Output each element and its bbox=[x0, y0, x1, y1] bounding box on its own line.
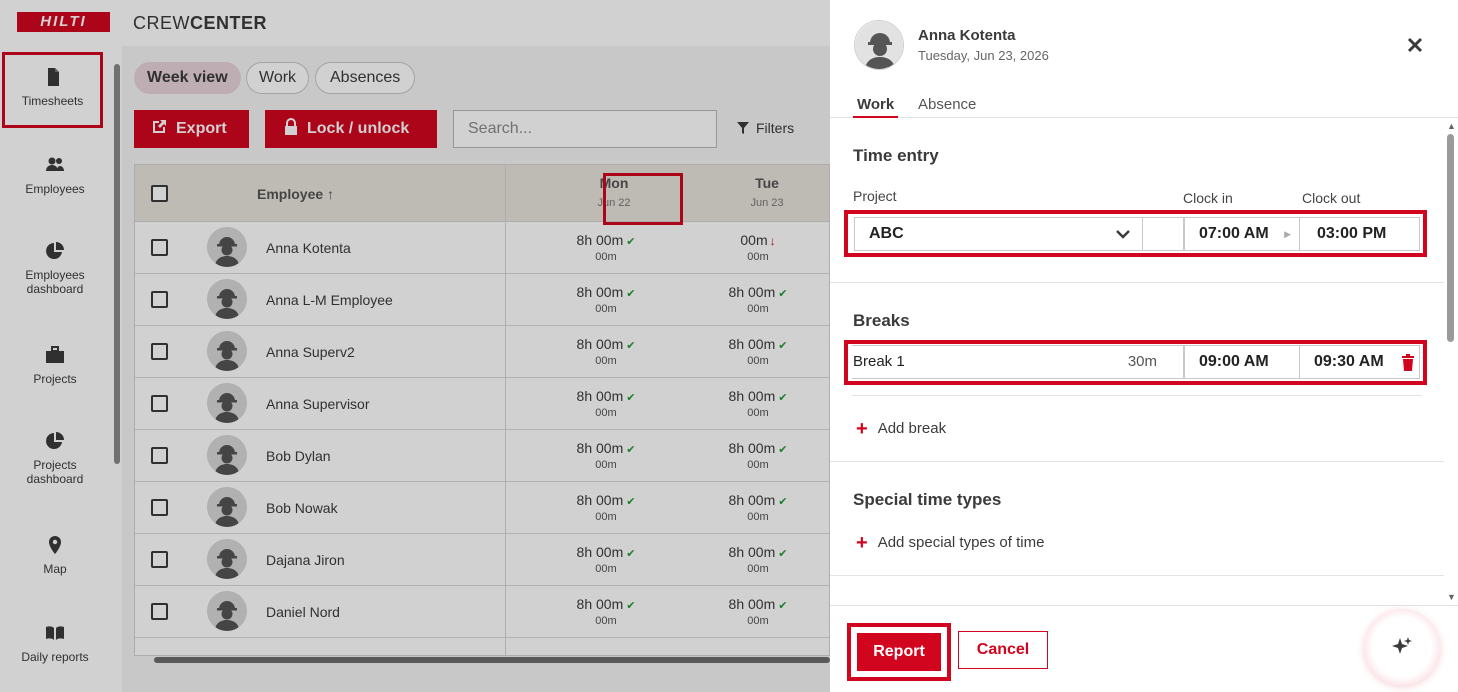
clock-out-field[interactable]: 03:00 PM bbox=[1300, 217, 1420, 251]
break-name-field[interactable]: Break 1 30m bbox=[852, 345, 1184, 379]
project-label: Project bbox=[853, 188, 897, 204]
project-select[interactable]: ABC bbox=[854, 217, 1143, 251]
chevron-right-icon: ▶ bbox=[1284, 229, 1291, 239]
cancel-button[interactable]: Cancel bbox=[958, 631, 1048, 669]
time-entry-drawer: Anna Kotenta Tuesday, Jun 23, 2026 Work … bbox=[830, 0, 1458, 692]
drawer-body: Time entry Project Clock in Clock out AB… bbox=[830, 118, 1444, 606]
tab-absence[interactable]: Absence bbox=[918, 96, 976, 113]
plus-icon: + bbox=[856, 418, 868, 440]
clock-in-label: Clock in bbox=[1183, 190, 1233, 206]
add-break-label: Add break bbox=[877, 420, 947, 437]
ai-assistant-button[interactable] bbox=[1364, 609, 1440, 685]
modal-overlay[interactable] bbox=[0, 0, 830, 692]
drawer-scrollbar[interactable]: ▲ ▼ bbox=[1444, 118, 1458, 606]
drawer-scroll-thumb[interactable] bbox=[1447, 134, 1454, 342]
divider bbox=[830, 282, 1444, 283]
tab-work[interactable]: Work bbox=[852, 96, 899, 118]
clock-out-value: 03:00 PM bbox=[1317, 225, 1387, 242]
break-end-value: 09:30 AM bbox=[1314, 353, 1384, 370]
divider bbox=[830, 575, 1444, 576]
project-spacer bbox=[1143, 217, 1184, 251]
add-special-time-button[interactable]: + Add special types of time bbox=[856, 532, 1044, 555]
avatar bbox=[854, 20, 904, 70]
chevron-down-icon bbox=[1116, 230, 1130, 239]
time-entry-title: Time entry bbox=[853, 146, 939, 165]
drawer-tabs: Work Absence bbox=[830, 94, 1458, 118]
sparkle-icon bbox=[1392, 637, 1412, 654]
scroll-up-icon[interactable]: ▲ bbox=[1447, 121, 1456, 131]
add-break-button[interactable]: + Add break bbox=[856, 418, 946, 441]
report-button[interactable]: Report bbox=[857, 633, 941, 671]
add-special-time-label: Add special types of time bbox=[877, 534, 1045, 551]
break-end-field[interactable]: 09:30 AM bbox=[1300, 345, 1420, 379]
drawer-date: Tuesday, Jun 23, 2026 bbox=[918, 48, 1049, 63]
drawer-footer: Report Cancel bbox=[830, 605, 1458, 692]
scroll-down-icon[interactable]: ▼ bbox=[1447, 592, 1456, 602]
worker-avatar-icon bbox=[855, 21, 903, 69]
special-time-types-title: Special time types bbox=[853, 490, 1002, 509]
breaks-title: Breaks bbox=[853, 311, 910, 330]
clock-in-value: 07:00 AM bbox=[1199, 225, 1269, 242]
break-start-field[interactable]: 09:00 AM bbox=[1184, 345, 1300, 379]
clock-in-field[interactable]: 07:00 AM ▶ bbox=[1184, 217, 1300, 251]
plus-icon: + bbox=[856, 532, 868, 554]
break-name: Break 1 bbox=[853, 353, 905, 370]
project-value: ABC bbox=[869, 225, 904, 242]
highlight-frame-report: Report bbox=[847, 623, 951, 681]
break-duration: 30m bbox=[1127, 353, 1157, 370]
clock-out-label: Clock out bbox=[1302, 190, 1361, 206]
divider bbox=[852, 395, 1422, 396]
divider bbox=[830, 461, 1444, 462]
close-icon[interactable] bbox=[1406, 36, 1424, 54]
break-start-value: 09:00 AM bbox=[1199, 353, 1269, 370]
drawer-employee-name: Anna Kotenta bbox=[918, 27, 1016, 44]
trash-icon[interactable] bbox=[1401, 354, 1415, 371]
